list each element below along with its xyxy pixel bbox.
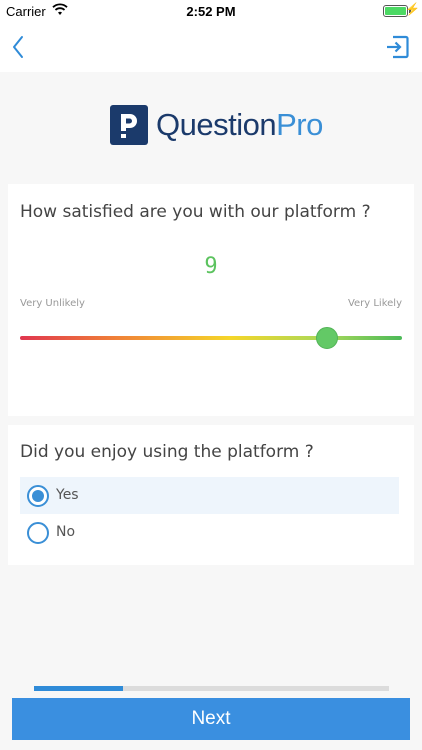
slider-max-label: Very Likely (347, 298, 402, 309)
slider-track[interactable] (20, 336, 402, 340)
slider-thumb[interactable] (316, 327, 339, 349)
next-button[interactable]: Next (12, 698, 410, 740)
logo-brand-question: Question (156, 107, 277, 142)
option-label: No (56, 524, 76, 540)
exit-icon[interactable] (384, 34, 410, 60)
radio-unselected-icon[interactable] (27, 522, 49, 544)
option-yes[interactable]: Yes (20, 477, 399, 514)
charging-icon: ⚡ (405, 2, 420, 16)
questionpro-logo: QuestionPro (110, 105, 323, 145)
status-bar: Carrier 2:52 PM ⚡ (0, 0, 422, 22)
question-title: Did you enjoy using the platform ? (20, 442, 314, 462)
survey-progress-bar (34, 686, 389, 691)
logo-mark-icon (110, 105, 148, 145)
radio-selected-icon[interactable] (27, 485, 49, 507)
question-card-enjoy: Did you enjoy using the platform ? Yes N… (8, 425, 414, 565)
back-chevron-icon[interactable] (6, 32, 36, 62)
option-label: Yes (56, 487, 79, 503)
slider-min-label: Very Unlikely (20, 298, 85, 309)
nav-bar (0, 22, 422, 72)
question-title: How satisfied are you with our platform … (20, 202, 371, 222)
logo-brand-text: QuestionPro (156, 107, 323, 143)
question-card-satisfaction: How satisfied are you with our platform … (8, 184, 414, 416)
survey-progress-fill (34, 686, 123, 691)
option-no[interactable]: No (20, 514, 399, 551)
logo-brand-pro: Pro (276, 107, 323, 142)
clock: 2:52 PM (186, 4, 236, 19)
slider-value: 9 (204, 254, 218, 279)
